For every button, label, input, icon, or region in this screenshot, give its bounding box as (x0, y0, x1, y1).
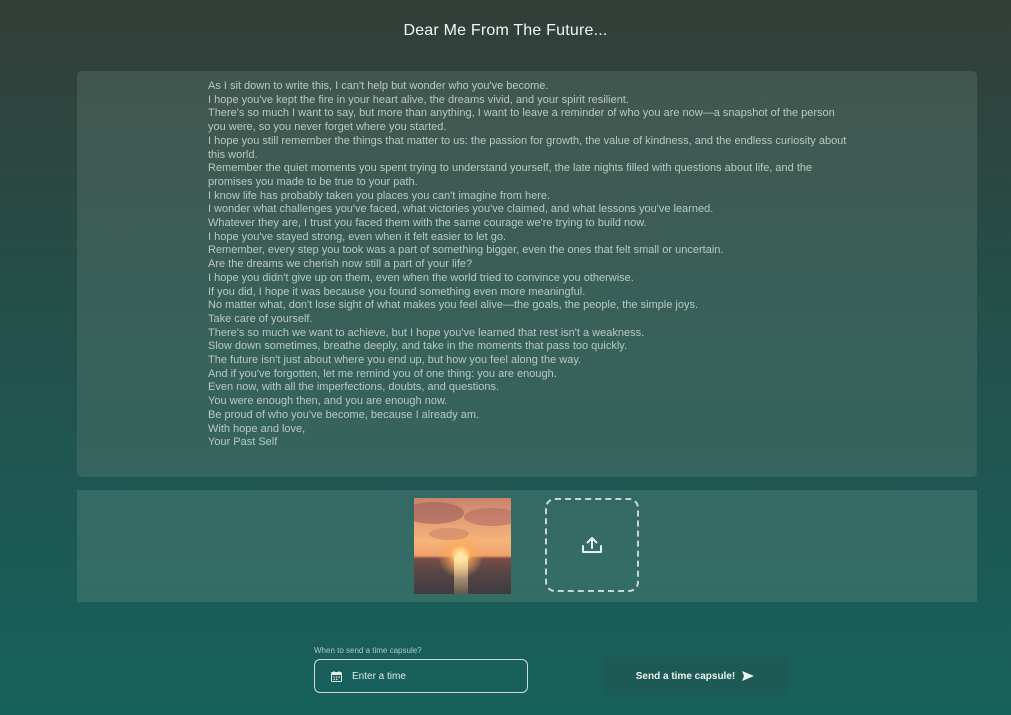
letter-line: Whatever they are, I trust you faced the… (208, 217, 647, 230)
letter-line: I hope you've stayed strong, even when i… (208, 230, 507, 243)
time-input[interactable]: Enter a time (314, 659, 528, 693)
letter-line: Take care of yourself. (208, 312, 313, 325)
send-button-label: Send a time capsule! (635, 670, 736, 682)
upload-icon (582, 537, 602, 553)
letter-body: As I sit down to write this, I can't hel… (208, 80, 848, 450)
letter-line: Remember, every step you took was a part… (208, 244, 724, 257)
sunset-photo-thumbnail[interactable] (414, 498, 511, 594)
letter-line: Be proud of who you've become, because I… (208, 408, 480, 421)
letter-line: Remember the quiet moments you spent try… (208, 162, 813, 188)
letter-line: As I sit down to write this, I can't hel… (208, 80, 549, 92)
letter-line: I hope you still remember the things tha… (208, 134, 847, 161)
letter-line: The future isn't just about where you en… (208, 354, 582, 367)
letter-line: With hope and love, (208, 422, 306, 435)
schedule-label: When to send a time capsule? (314, 646, 422, 655)
calendar-icon (331, 670, 342, 682)
media-attachments (77, 490, 977, 602)
time-input-placeholder: Enter a time (352, 670, 406, 682)
letter-line: I hope you didn't give up on them, even … (208, 271, 634, 284)
letter-line: There's so much I want to say, but more … (208, 107, 835, 134)
letter-line: I hope you've kept the fire in your hear… (208, 93, 629, 106)
letter-line: I wonder what challenges you've faced, w… (208, 203, 714, 216)
letter-line: I know life has probably taken you place… (208, 189, 551, 202)
send-arrow-icon (742, 671, 755, 681)
letter-line: Your Past Self (208, 436, 278, 449)
letter-line: Even now, with all the imperfections, do… (208, 381, 500, 394)
upload-dropzone[interactable] (545, 498, 639, 592)
letter-line: And if you've forgotten, let me remind y… (208, 367, 557, 380)
letter-line: No matter what, don't lose sight of what… (208, 299, 699, 312)
letter-line: If you did, I hope it was because you fo… (208, 285, 586, 298)
letter-line: Slow down sometimes, breathe deeply, and… (208, 340, 628, 353)
page-title: Dear Me From The Future... (403, 22, 608, 39)
letter-line: You were enough then, and you are enough… (208, 395, 448, 408)
letter-line: Are the dreams we cherish now still a pa… (208, 258, 473, 271)
letter-textarea[interactable]: As I sit down to write this, I can't hel… (77, 71, 977, 477)
send-capsule-button[interactable]: Send a time capsule! (604, 657, 787, 695)
letter-line: There's so much we want to achieve, but … (208, 326, 645, 339)
